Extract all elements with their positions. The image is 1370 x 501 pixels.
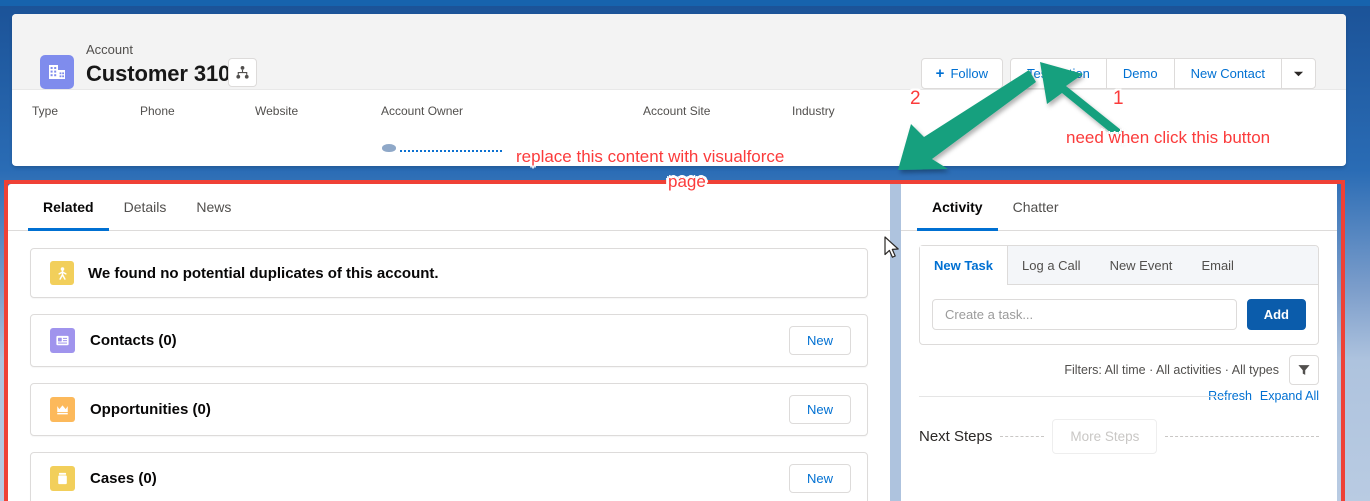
next-steps-dash-left [1000, 436, 1045, 437]
account-owner-avatar [382, 144, 396, 152]
related-list-title: Cases (0) [90, 470, 157, 487]
record-header-top: Account Customer 3105 + Follow Test Actio… [12, 14, 1346, 90]
activity-composer: New Task Log a Call New Event Email Add [919, 245, 1319, 345]
next-steps-label: Next Steps [919, 428, 993, 445]
duplicate-check-icon [50, 261, 74, 285]
highlights-field-row: Type Phone Website Account Owner Account… [12, 90, 1346, 165]
tab-related[interactable]: Related [28, 199, 109, 231]
record-body: Related Details News We found no potenti… [8, 184, 1341, 501]
next-steps-dash-right [1165, 436, 1319, 437]
funnel-icon[interactable] [1289, 355, 1319, 385]
field-label-account-site: Account Site [643, 104, 711, 118]
field-label-account-owner: Account Owner [381, 104, 464, 118]
left-tabs: Related Details News [8, 184, 890, 231]
case-briefcase-icon [50, 466, 75, 491]
related-list-cases: Cases (0) New [30, 452, 868, 501]
chevron-down-icon [1293, 66, 1304, 81]
record-action-bar: + Follow Test Action Demo New Contact [920, 58, 1316, 89]
tab-chatter[interactable]: Chatter [998, 199, 1074, 231]
tab-activity[interactable]: Activity [917, 199, 998, 231]
tab-news[interactable]: News [181, 199, 246, 231]
activity-filter-row: Filters: All time · All activities · All… [901, 345, 1337, 385]
new-contact-related-button[interactable]: New [788, 326, 851, 355]
account-building-icon [40, 55, 74, 89]
record-header-card: Account Customer 3105 + Follow Test Actio… [12, 14, 1346, 166]
page-title: Customer 3105 [86, 61, 243, 86]
browser-top-strip [0, 0, 1370, 6]
new-contact-button[interactable]: New Contact [1173, 58, 1282, 89]
create-task-input[interactable] [932, 299, 1237, 330]
next-steps-section: Next Steps More Steps [901, 403, 1337, 454]
actions-more-dropdown-button[interactable] [1281, 58, 1316, 89]
activity-links-row: Refresh Expand All [901, 385, 1337, 403]
new-case-related-button[interactable]: New [788, 464, 851, 493]
follow-button[interactable]: + Follow [920, 58, 1004, 89]
expand-all-link[interactable]: Expand All [1260, 389, 1319, 403]
related-list-title: Contacts (0) [90, 332, 177, 349]
related-list-contacts: Contacts (0) New [30, 314, 868, 367]
more-steps-button[interactable]: More Steps [1052, 419, 1158, 454]
composer-tab-log-a-call[interactable]: Log a Call [1008, 246, 1096, 284]
composer-tab-new-task[interactable]: New Task [920, 246, 1009, 285]
plus-icon: + [935, 65, 945, 82]
composer-tab-email[interactable]: Email [1187, 246, 1249, 284]
field-label-type: Type [32, 104, 59, 118]
test-action-button[interactable]: Test Action [1010, 58, 1107, 89]
add-task-button[interactable]: Add [1246, 299, 1306, 330]
left-content-panel: Related Details News We found no potenti… [8, 184, 890, 501]
activity-divider-line [919, 396, 1227, 397]
duplicates-banner: We found no potential duplicates of this… [30, 248, 868, 298]
field-label-phone: Phone [140, 104, 175, 118]
contact-card-icon [50, 328, 75, 353]
object-type-label: Account [86, 42, 133, 57]
right-tabs: Activity Chatter [901, 184, 1337, 231]
right-content-panel: Activity Chatter New Task Log a Call New… [901, 184, 1337, 501]
related-list-opportunities: Opportunities (0) New [30, 383, 868, 436]
column-divider [890, 184, 901, 501]
related-list-title: Opportunities (0) [90, 401, 211, 418]
field-label-website: Website [255, 104, 299, 118]
demo-button[interactable]: Demo [1105, 58, 1175, 89]
duplicates-banner-text: We found no potential duplicates of this… [88, 264, 439, 282]
new-opportunity-related-button[interactable]: New [788, 395, 851, 424]
field-label-industry: Industry [792, 104, 835, 118]
tab-details[interactable]: Details [109, 199, 182, 231]
activity-filters-text: Filters: All time · All activities · All… [1064, 363, 1279, 377]
composer-input-row: Add [920, 285, 1318, 344]
account-owner-link[interactable] [400, 150, 502, 152]
account-hierarchy-icon[interactable] [228, 58, 257, 87]
composer-tab-new-event[interactable]: New Event [1096, 246, 1188, 284]
opportunity-crown-icon [50, 397, 75, 422]
composer-tabs: New Task Log a Call New Event Email [920, 246, 1318, 285]
